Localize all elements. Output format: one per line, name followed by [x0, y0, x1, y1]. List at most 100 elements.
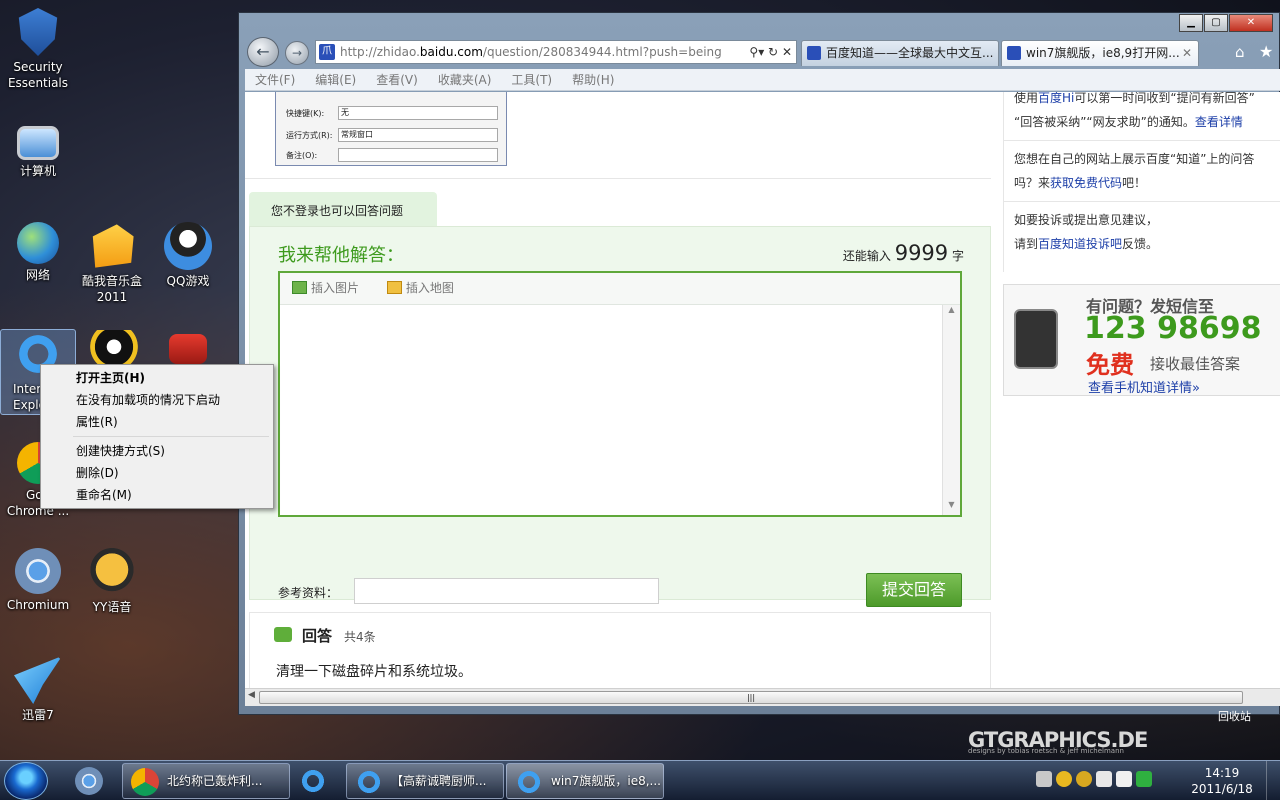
sidebar-text: 可以第一时间收到“提问有新回答”	[1074, 92, 1255, 105]
stop-icon[interactable]: ✕	[782, 45, 792, 59]
taskbar-pin-ie[interactable]	[286, 764, 340, 798]
ad-more-link[interactable]: 查看手机知道详情»	[1088, 377, 1200, 395]
baidu-favicon-icon	[1007, 46, 1021, 60]
desktop-icon-label: 酷我音乐盒 2011	[81, 274, 142, 304]
desktop-icon-yy[interactable]: YY语音	[74, 548, 150, 615]
editor-scrollbar[interactable]: ▲ ▼	[942, 305, 960, 515]
baidu-favicon-icon	[807, 46, 821, 60]
clock-time: 14:19	[1204, 766, 1240, 780]
desktop-icon-xunlei[interactable]: 迅雷7	[0, 656, 76, 723]
editor-toolbar: 插入图片 插入地图	[280, 273, 960, 305]
start-button[interactable]	[4, 762, 48, 800]
address-bar[interactable]: 爪 http://zhidao.baidu.com/question/28083…	[315, 40, 797, 64]
angry-birds-icon	[169, 334, 207, 364]
desktop-icon-label: 网络	[25, 268, 50, 282]
details-link[interactable]: 查看详情	[1195, 115, 1243, 129]
desktop-icon-chromium[interactable]: Chromium	[0, 548, 76, 613]
menu-file[interactable]: 文件(F)	[245, 69, 305, 90]
divider	[1004, 140, 1280, 141]
taskbar-button-ie-1[interactable]: 【高薪诚聘厨师...	[346, 763, 504, 799]
menu-item-rename[interactable]: 重命名(M)	[43, 484, 271, 506]
menu-tools[interactable]: 工具(T)	[501, 69, 562, 90]
menu-edit[interactable]: 编辑(E)	[305, 69, 366, 90]
ad-free: 免费	[1086, 351, 1134, 379]
menu-item-no-addons[interactable]: 在没有加载项的情况下启动	[43, 389, 271, 411]
shield-icon	[18, 8, 58, 56]
home-icon[interactable]: ⌂	[1235, 43, 1245, 61]
menu-item-open-home[interactable]: 打开主页(H)	[43, 367, 271, 389]
scrollbar-thumb[interactable]: |||	[259, 691, 1243, 704]
qq-game-icon	[164, 222, 212, 270]
menu-item-create-shortcut[interactable]: 创建快捷方式(S)	[43, 440, 271, 462]
forward-button[interactable]: →	[285, 41, 309, 65]
taskbar-pin-chromium[interactable]	[62, 764, 116, 798]
window-controls: ▁ ▢ ✕	[1178, 14, 1273, 32]
wallpaper-watermark-sub: designs by tobias roetsch & jeff michelm…	[968, 747, 1124, 755]
desktop-icon-qq-game[interactable]: QQ游戏	[150, 222, 226, 289]
insert-image-button[interactable]: 插入图片	[292, 281, 371, 295]
minimize-button[interactable]: ▁	[1179, 14, 1203, 32]
desktop-icon-computer[interactable]: 计算机	[0, 118, 76, 179]
recycle-bin-label[interactable]: 回收站	[1218, 708, 1251, 724]
favorites-star-icon[interactable]: ★	[1259, 42, 1273, 61]
sidebar-text: 反馈。	[1122, 237, 1159, 251]
desktop-icon-label: QQ游戏	[166, 274, 210, 288]
taskbar-label: win7旗舰版，ie8,...	[551, 774, 661, 788]
submit-answer-button[interactable]: 提交回答	[866, 573, 962, 607]
menu-bar: 文件(F) 编辑(E) 查看(V) 收藏夹(A) 工具(T) 帮助(H)	[245, 69, 1280, 91]
desktop-icon-label: 计算机	[19, 164, 56, 178]
menu-item-properties[interactable]: 属性(R)	[43, 411, 271, 433]
desktop-icon-network[interactable]: 网络	[0, 222, 76, 283]
horizontal-scrollbar[interactable]: ◀ |||	[245, 688, 1280, 706]
volume-icon[interactable]	[1096, 771, 1112, 787]
sms-ad-banner[interactable]: 有问题？发短信至 123 98698 免费 接收最佳答案 查看手机知道详情»	[1003, 284, 1280, 396]
search-icon[interactable]: ⚲▾	[749, 45, 764, 59]
reference-input[interactable]	[354, 578, 659, 604]
answers-heading: 回答	[302, 627, 333, 645]
yy-icon	[88, 548, 136, 596]
baidu-hi-link[interactable]: 百度Hi	[1038, 92, 1074, 105]
desktop-icon-angry-birds[interactable]	[150, 334, 226, 367]
navigation-bar: ← → 爪 http://zhidao.baidu.com/question/2…	[245, 37, 1275, 67]
free-code-link[interactable]: 获取免费代码	[1050, 176, 1122, 190]
desktop-icon-kuwo-music[interactable]: 酷我音乐盒 2011	[74, 222, 150, 305]
sidebar-line: 请到百度知道投诉吧反馈。	[1004, 232, 1280, 256]
insert-map-button[interactable]: 插入地图	[386, 281, 466, 295]
menu-item-delete[interactable]: 删除(D)	[43, 462, 271, 484]
close-button[interactable]: ✕	[1229, 14, 1273, 32]
taskbar-button-ie-2[interactable]: win7旗舰版，ie8,...	[506, 763, 664, 799]
divider	[1004, 201, 1280, 202]
qq-tray-icon[interactable]	[1076, 771, 1092, 787]
sidebar-line: 使用百度Hi可以第一时间收到“提问有新回答”	[1004, 92, 1280, 110]
network-tray-icon[interactable]	[1116, 771, 1132, 787]
tab-win7-question[interactable]: win7旗舰版，ie8,9打开网... ✕	[1001, 40, 1199, 66]
desktop-icon-security-essentials[interactable]: Security Essentials	[0, 8, 76, 91]
system-clock[interactable]: 14:19 2011/6/18	[1190, 765, 1254, 797]
tab-baidu-zhidao[interactable]: 百度知道——全球最大中文互...	[801, 40, 999, 66]
close-tab-icon[interactable]: ✕	[1182, 41, 1192, 65]
reference-label: 参考资料：	[278, 586, 339, 600]
answer-text: 清理一下磁盘碎片和系统垃圾。	[276, 664, 472, 680]
screenshot-value: 无	[338, 106, 498, 120]
map-icon	[386, 281, 402, 294]
menu-view[interactable]: 查看(V)	[366, 69, 428, 90]
complaint-link[interactable]: 百度知道投诉吧	[1038, 237, 1122, 251]
taskbar-button-chrome[interactable]: 北约称已轰炸利...	[122, 763, 290, 799]
qq-tray-icon[interactable]	[1056, 771, 1072, 787]
remaining-count: 9999	[894, 241, 949, 265]
system-tray	[1036, 771, 1152, 787]
menu-favorites[interactable]: 收藏夹(A)	[428, 69, 502, 90]
refresh-icon[interactable]: ↻	[768, 45, 778, 59]
security-tray-icon[interactable]	[1136, 771, 1152, 787]
maximize-button[interactable]: ▢	[1204, 14, 1228, 32]
keyboard-icon[interactable]	[1036, 771, 1052, 787]
sidebar-line: 如要投诉或提出意见建议，	[1014, 213, 1159, 227]
back-button[interactable]: ←	[247, 37, 279, 67]
show-desktop-button[interactable]	[1266, 761, 1280, 800]
sidebar-text: 吧！	[1122, 176, 1147, 190]
login-tab[interactable]: 您不登录也可以回答问题	[249, 192, 437, 226]
answer-editor[interactable]: 插入图片 插入地图 ▲ ▼	[278, 271, 962, 517]
menu-help[interactable]: 帮助(H)	[562, 69, 624, 90]
scroll-left-icon[interactable]: ◀	[248, 690, 255, 700]
chromium-icon	[75, 767, 103, 795]
